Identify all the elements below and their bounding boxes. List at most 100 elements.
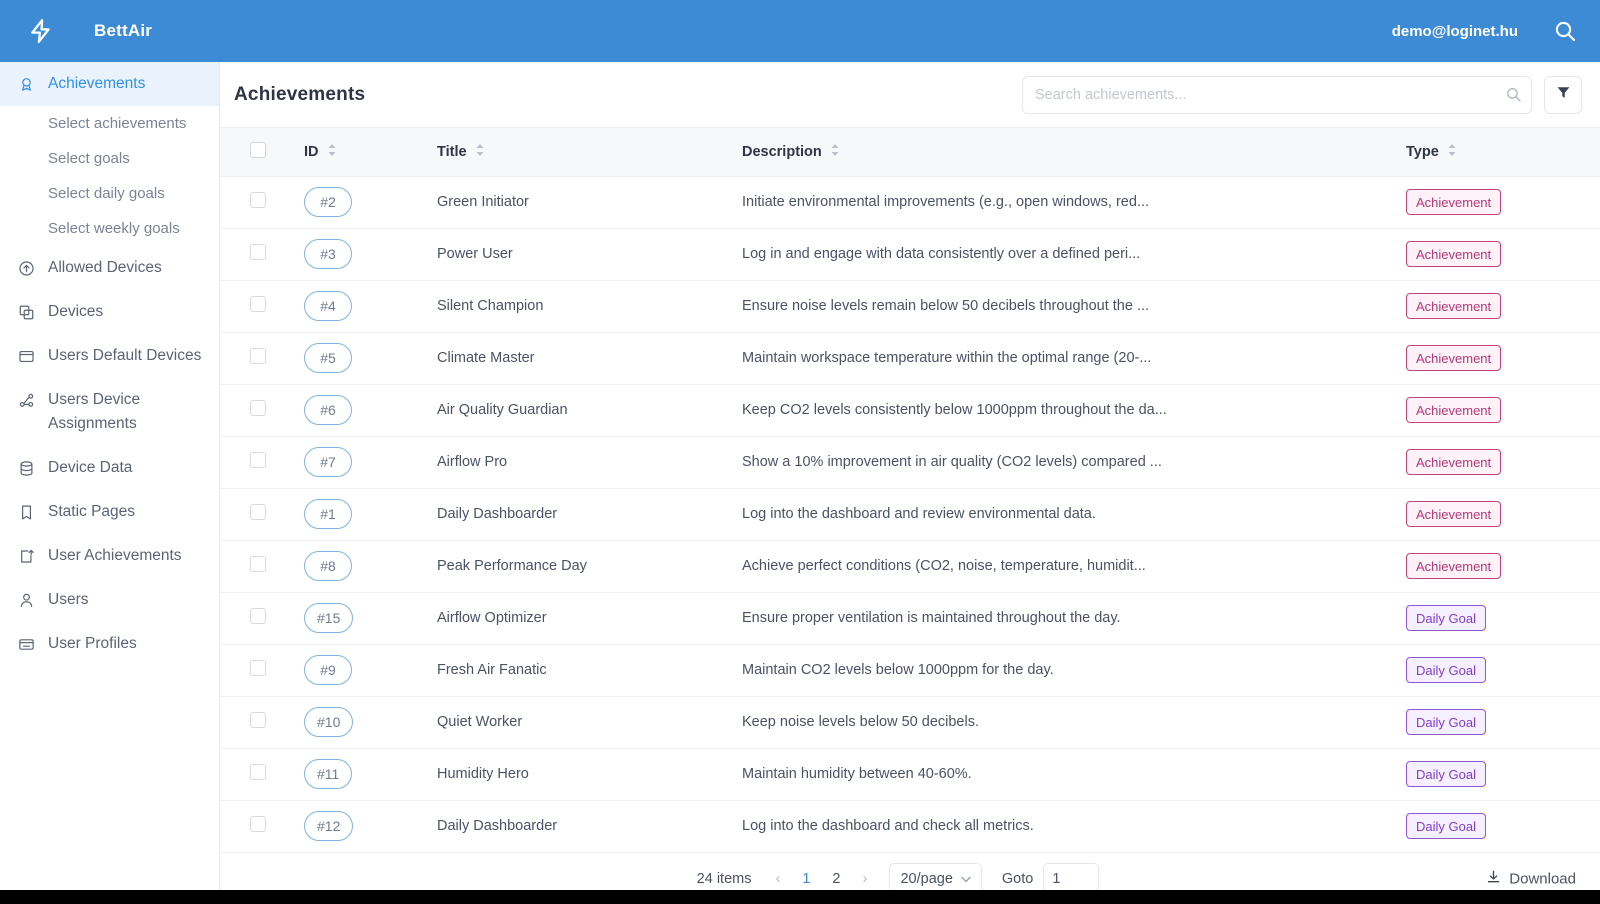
row-id-cell: #12 bbox=[296, 800, 431, 852]
sort-icon[interactable] bbox=[1448, 143, 1456, 161]
sidebar-item-users[interactable]: Users bbox=[0, 578, 219, 622]
column-header-description[interactable]: Description bbox=[736, 128, 1400, 177]
table-row[interactable]: #4 Silent Champion Ensure noise levels rem… bbox=[220, 280, 1600, 333]
row-title: Silent Champion bbox=[431, 280, 736, 333]
column-header-type[interactable]: Type bbox=[1400, 128, 1600, 177]
user-email[interactable]: demo@loginet.hu bbox=[1392, 23, 1518, 40]
column-header-id[interactable]: ID bbox=[296, 128, 431, 177]
page-button-1[interactable]: 1 bbox=[796, 871, 816, 887]
row-type-cell: Daily Goal bbox=[1400, 748, 1600, 801]
row-checkbox[interactable] bbox=[250, 452, 266, 468]
row-checkbox[interactable] bbox=[250, 712, 266, 728]
table-row[interactable]: #6 Air Quality Guardian Keep CO2 levels co… bbox=[220, 384, 1600, 437]
row-id-pill[interactable]: #8 bbox=[304, 551, 352, 581]
table-row[interactable]: #10 Quiet Worker Keep noise levels below 5… bbox=[220, 696, 1600, 749]
row-id-pill[interactable]: #11 bbox=[304, 759, 353, 789]
sidebar-item-achievements[interactable]: Achievements bbox=[0, 62, 219, 107]
row-type-cell: Achievement bbox=[1400, 176, 1600, 229]
table-row[interactable]: #8 Peak Performance Day Achieve perfect co… bbox=[220, 540, 1600, 593]
download-button[interactable]: Download bbox=[1486, 869, 1576, 888]
next-page-button[interactable]: › bbox=[856, 870, 873, 887]
table-row[interactable]: #2 Green Initiator Initiate environmental … bbox=[220, 176, 1600, 229]
total-items-label: 24 items bbox=[696, 870, 752, 887]
type-badge: Daily Goal bbox=[1406, 813, 1486, 839]
sidebar-item-device-data[interactable]: Device Data bbox=[0, 446, 219, 490]
select-all-checkbox[interactable] bbox=[250, 141, 266, 158]
sidebar-item-static-pages[interactable]: Static Pages bbox=[0, 490, 219, 534]
user-icon bbox=[18, 589, 40, 611]
row-id-pill[interactable]: #3 bbox=[304, 239, 352, 269]
sidebar-item-allowed-devices[interactable]: Allowed Devices bbox=[0, 246, 219, 290]
type-badge: Achievement bbox=[1406, 189, 1502, 215]
row-checkbox[interactable] bbox=[250, 556, 266, 572]
row-id-pill[interactable]: #5 bbox=[304, 343, 352, 373]
row-checkbox-cell bbox=[220, 332, 296, 385]
database-icon bbox=[18, 457, 40, 479]
row-checkbox[interactable] bbox=[250, 296, 266, 312]
search-field-wrapper bbox=[1022, 75, 1532, 114]
brand-name: BettAir bbox=[94, 21, 153, 40]
table-header-row: ID Title Description Type bbox=[220, 128, 1600, 177]
row-checkbox[interactable] bbox=[250, 608, 266, 624]
row-id-pill[interactable]: #15 bbox=[304, 603, 354, 633]
sidebar-subitem-select-achievements[interactable]: Select achievements bbox=[0, 106, 219, 141]
sidebar-subitem-select-weekly-goals[interactable]: Select weekly goals bbox=[0, 211, 219, 246]
table-row[interactable]: #9 Fresh Air Fanatic Maintain CO2 levels b… bbox=[220, 644, 1600, 697]
page-button-2[interactable]: 2 bbox=[826, 871, 846, 887]
row-id-cell: #15 bbox=[296, 592, 431, 645]
row-checkbox[interactable] bbox=[250, 244, 266, 260]
sort-icon[interactable] bbox=[328, 143, 336, 161]
achievements-table: ID Title Description Type #2 Green Initi… bbox=[220, 128, 1600, 852]
table-head: ID Title Description Type bbox=[220, 128, 1600, 177]
row-title: Power User bbox=[431, 228, 736, 281]
sidebar-subitem-select-daily-goals[interactable]: Select daily goals bbox=[0, 176, 219, 211]
goto-label: Goto bbox=[1001, 870, 1034, 887]
lightning-bolt-icon[interactable] bbox=[24, 14, 58, 48]
sort-icon[interactable] bbox=[831, 143, 839, 161]
sidebar-item-users-default-devices[interactable]: Users Default Devices bbox=[0, 334, 219, 378]
table-row[interactable]: #15 Airflow Optimizer Ensure proper ventil… bbox=[220, 592, 1600, 645]
table-row[interactable]: #12 Daily Dashboarder Log into the dashboa… bbox=[220, 800, 1600, 852]
row-checkbox-cell bbox=[220, 644, 296, 697]
row-id-cell: #11 bbox=[296, 748, 431, 801]
row-checkbox-cell bbox=[220, 696, 296, 749]
row-id-pill[interactable]: #4 bbox=[304, 291, 352, 321]
row-id-pill[interactable]: #7 bbox=[304, 447, 352, 477]
table-row[interactable]: #11 Humidity Hero Maintain humidity betwee… bbox=[220, 748, 1600, 801]
row-description: Log into the dashboard and review enviro… bbox=[736, 488, 1400, 541]
row-checkbox[interactable] bbox=[250, 348, 266, 364]
row-checkbox[interactable] bbox=[250, 192, 266, 208]
table-row[interactable]: #3 Power User Log in and engage with data … bbox=[220, 228, 1600, 281]
share-nodes-icon bbox=[18, 389, 40, 411]
sidebar-item-user-achievements[interactable]: User Achievements bbox=[0, 534, 219, 578]
row-id-pill[interactable]: #10 bbox=[304, 707, 354, 737]
row-id-cell: #5 bbox=[296, 332, 431, 385]
table-row[interactable]: #7 Airflow Pro Show a 10% improvement in a… bbox=[220, 436, 1600, 489]
row-checkbox[interactable] bbox=[250, 504, 266, 520]
type-badge: Achievement bbox=[1406, 501, 1502, 527]
row-id-pill[interactable]: #9 bbox=[304, 655, 352, 685]
sort-icon[interactable] bbox=[476, 143, 484, 161]
column-header-title-label: Title bbox=[437, 143, 467, 160]
prev-page-button[interactable]: ‹ bbox=[769, 870, 786, 887]
column-header-title[interactable]: Title bbox=[431, 128, 736, 177]
table-row[interactable]: #5 Climate Master Maintain workspace tempe… bbox=[220, 332, 1600, 385]
sidebar-item-users-device-assignments[interactable]: Users Device Assignments bbox=[0, 378, 219, 446]
table-row[interactable]: #1 Daily Dashboarder Log into the dashboar… bbox=[220, 488, 1600, 541]
row-checkbox[interactable] bbox=[250, 816, 266, 832]
row-title: Humidity Hero bbox=[431, 748, 736, 801]
sidebar-subitem-select-goals[interactable]: Select goals bbox=[0, 141, 219, 176]
row-id-pill[interactable]: #2 bbox=[304, 187, 352, 217]
sidebar: Achievements Select achievements Select … bbox=[0, 62, 220, 904]
row-checkbox[interactable] bbox=[250, 660, 266, 676]
sidebar-item-devices[interactable]: Devices bbox=[0, 290, 219, 334]
filter-button[interactable] bbox=[1544, 75, 1582, 114]
search-icon[interactable] bbox=[1552, 18, 1578, 44]
sidebar-item-user-profiles[interactable]: User Profiles bbox=[0, 622, 219, 666]
row-id-pill[interactable]: #6 bbox=[304, 395, 352, 425]
row-checkbox[interactable] bbox=[250, 400, 266, 416]
row-id-pill[interactable]: #12 bbox=[304, 811, 354, 841]
row-id-pill[interactable]: #1 bbox=[304, 499, 352, 529]
search-input[interactable] bbox=[1022, 75, 1532, 114]
row-checkbox[interactable] bbox=[250, 764, 266, 780]
